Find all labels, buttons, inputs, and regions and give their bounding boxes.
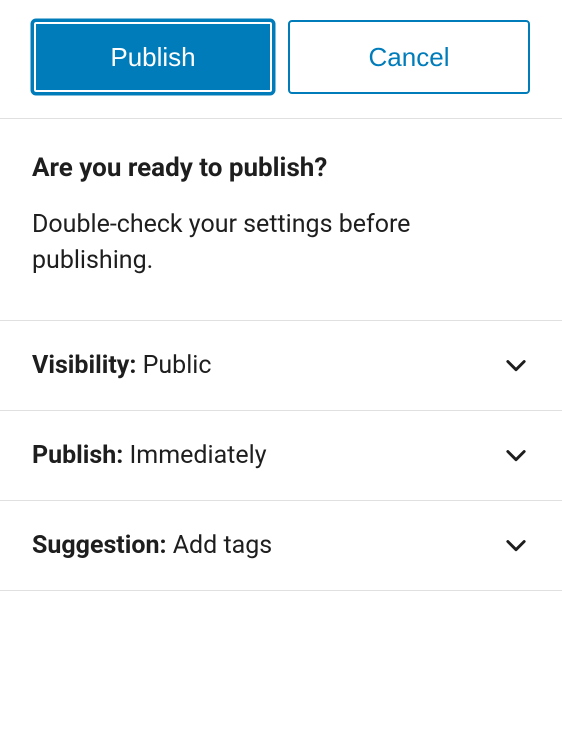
intro-subtext: Double-check your settings before publis…	[32, 207, 530, 280]
publish-button[interactable]: Publish	[32, 20, 274, 94]
visibility-value: Public	[143, 351, 212, 380]
chevron-down-icon	[502, 351, 530, 379]
suggestion-label: Suggestion:	[32, 531, 167, 560]
chevron-down-icon	[502, 441, 530, 469]
publish-time-value: Immediately	[130, 441, 267, 470]
action-bar: Publish Cancel	[0, 0, 562, 119]
visibility-label: Visibility:	[32, 351, 136, 380]
publish-panel: Publish Cancel Are you ready to publish?…	[0, 0, 562, 591]
visibility-text: Visibility: Public	[32, 351, 211, 380]
suggestion-row[interactable]: Suggestion: Add tags	[0, 501, 562, 591]
publish-time-text: Publish: Immediately	[32, 441, 267, 470]
visibility-row[interactable]: Visibility: Public	[0, 321, 562, 411]
intro-section: Are you ready to publish? Double-check y…	[0, 119, 562, 321]
publish-time-label: Publish:	[32, 441, 123, 470]
suggestion-value: Add tags	[173, 531, 272, 560]
cancel-button[interactable]: Cancel	[288, 20, 530, 94]
suggestion-text: Suggestion: Add tags	[32, 531, 272, 560]
chevron-down-icon	[502, 531, 530, 559]
publish-time-row[interactable]: Publish: Immediately	[0, 411, 562, 501]
intro-heading: Are you ready to publish?	[32, 153, 530, 183]
